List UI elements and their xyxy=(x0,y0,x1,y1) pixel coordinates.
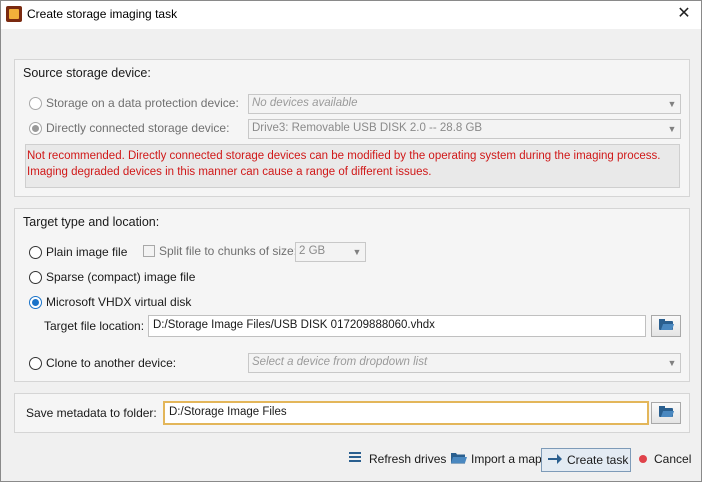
radio-plain-image[interactable] xyxy=(29,246,42,259)
source-group-title: Source storage device: xyxy=(23,66,151,80)
source-device-group: Source storage device: Storage on a data… xyxy=(14,59,690,197)
radio-plain-label: Plain image file xyxy=(46,245,128,259)
metadata-group: Save metadata to folder: D:/Storage Imag… xyxy=(14,393,690,433)
metadata-folder-value: D:/Storage Image Files xyxy=(169,406,287,418)
warning-text: Not recommended. Directly connected stor… xyxy=(27,150,661,178)
direct-device-value: Drive3: Removable USB DISK 2.0 -- 28.8 G… xyxy=(252,122,483,134)
import-map-button[interactable]: Import a map xyxy=(445,448,542,470)
close-icon[interactable]: ✕ xyxy=(673,4,695,24)
radio-clone-device[interactable] xyxy=(29,357,42,370)
refresh-drives-label: Refresh drives xyxy=(369,452,447,466)
title-bar: Create storage imaging task ✕ xyxy=(1,1,701,29)
chevron-down-icon: ▼ xyxy=(667,124,677,134)
window-title: Create storage imaging task xyxy=(27,7,178,21)
chevron-down-icon: ▼ xyxy=(667,99,677,109)
chevron-down-icon: ▼ xyxy=(667,358,677,368)
warning-box: Not recommended. Directly connected stor… xyxy=(25,144,680,188)
target-group-title: Target type and location: xyxy=(23,215,160,229)
radio-vhdx-label: Microsoft VHDX virtual disk xyxy=(46,295,192,309)
clone-device-placeholder: Select a device from dropdown list xyxy=(252,356,428,368)
direct-device-select[interactable]: Drive3: Removable USB DISK 2.0 -- 28.8 G… xyxy=(248,119,681,139)
target-group: Target type and location: Plain image fi… xyxy=(14,208,690,382)
target-location-value: D:/Storage Image Files/USB DISK 01720988… xyxy=(153,319,435,331)
import-map-label: Import a map xyxy=(471,452,542,466)
cancel-dot-icon xyxy=(639,455,647,463)
folder-open-icon xyxy=(659,319,673,330)
protection-device-value: No devices available xyxy=(252,97,358,109)
dialog-body: Source storage device: Storage on a data… xyxy=(1,29,701,439)
radio-protection-label: Storage on a data protection device: xyxy=(46,96,239,110)
dialog-window: Create storage imaging task ✕ Source sto… xyxy=(0,0,702,482)
create-task-label: Create task xyxy=(567,453,629,467)
browse-metadata-button[interactable] xyxy=(651,402,681,424)
split-file-checkbox[interactable] xyxy=(143,245,155,257)
metadata-folder-input[interactable]: D:/Storage Image Files xyxy=(163,401,649,425)
protection-device-select[interactable]: No devices available ▼ xyxy=(248,94,681,114)
split-file-label: Split file to chunks of size: xyxy=(159,244,298,258)
target-location-label: Target file location: xyxy=(44,319,145,333)
target-location-input[interactable]: D:/Storage Image Files/USB DISK 01720988… xyxy=(148,315,646,337)
radio-direct-device[interactable] xyxy=(29,122,42,135)
action-bar: Refresh drives Import a map Create task … xyxy=(1,439,701,481)
radio-clone-label: Clone to another device: xyxy=(46,356,177,370)
folder-icon xyxy=(451,452,467,467)
refresh-drives-button[interactable]: Refresh drives xyxy=(343,448,447,470)
app-icon xyxy=(6,6,22,22)
clone-device-select[interactable]: Select a device from dropdown list ▼ xyxy=(248,353,681,373)
browse-target-button[interactable] xyxy=(651,315,681,337)
chevron-down-icon: ▼ xyxy=(352,247,362,257)
cancel-button[interactable]: Cancel xyxy=(633,448,693,470)
radio-vhdx[interactable] xyxy=(29,296,42,309)
folder-open-icon xyxy=(659,406,673,417)
radio-direct-label: Directly connected storage device: xyxy=(46,121,230,135)
create-task-button[interactable]: Create task xyxy=(541,448,631,472)
radio-protection-device[interactable] xyxy=(29,97,42,110)
cancel-label: Cancel xyxy=(654,452,692,466)
list-icon xyxy=(349,452,361,464)
split-size-select[interactable]: 2 GB ▼ xyxy=(295,242,366,262)
radio-sparse-label: Sparse (compact) image file xyxy=(46,270,196,284)
arrow-right-icon xyxy=(548,453,562,465)
split-size-value: 2 GB xyxy=(299,245,326,257)
radio-sparse-image[interactable] xyxy=(29,271,42,284)
metadata-label: Save metadata to folder: xyxy=(26,406,157,420)
